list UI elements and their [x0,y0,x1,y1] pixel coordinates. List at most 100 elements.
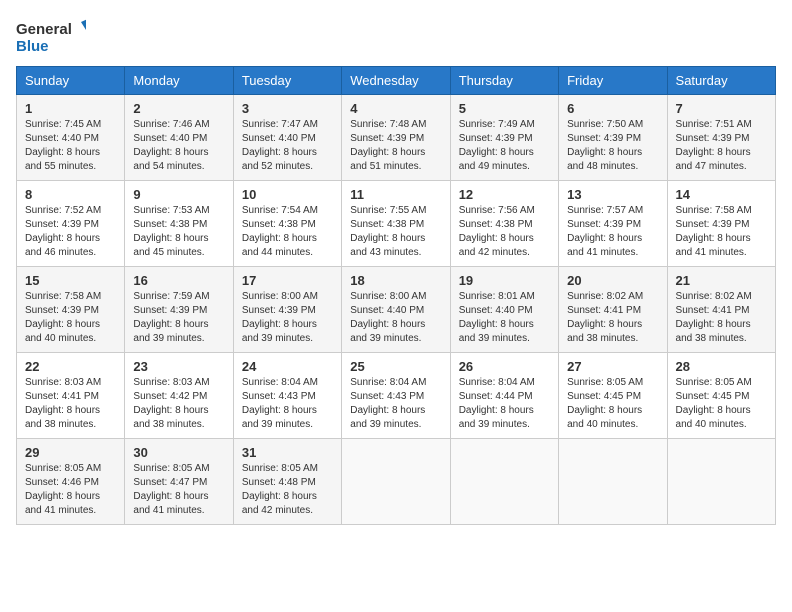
calendar-day-cell: 1 Sunrise: 7:45 AMSunset: 4:40 PMDayligh… [17,95,125,181]
day-number: 16 [133,273,224,288]
calendar-week-row: 15 Sunrise: 7:58 AMSunset: 4:39 PMDaylig… [17,267,776,353]
day-info: Sunrise: 8:05 AMSunset: 4:45 PMDaylight:… [567,377,643,430]
day-number: 7 [676,101,767,116]
calendar-day-cell: 21 Sunrise: 8:02 AMSunset: 4:41 PMDaylig… [667,267,775,353]
calendar-week-row: 29 Sunrise: 8:05 AMSunset: 4:46 PMDaylig… [17,439,776,525]
day-info: Sunrise: 7:58 AMSunset: 4:39 PMDaylight:… [25,291,101,344]
day-number: 28 [676,359,767,374]
calendar-day-cell [559,439,667,525]
calendar-day-cell: 8 Sunrise: 7:52 AMSunset: 4:39 PMDayligh… [17,181,125,267]
calendar-week-row: 1 Sunrise: 7:45 AMSunset: 4:40 PMDayligh… [17,95,776,181]
calendar-day-cell: 16 Sunrise: 7:59 AMSunset: 4:39 PMDaylig… [125,267,233,353]
calendar-day-cell: 10 Sunrise: 7:54 AMSunset: 4:38 PMDaylig… [233,181,341,267]
day-info: Sunrise: 7:56 AMSunset: 4:38 PMDaylight:… [459,205,535,258]
day-info: Sunrise: 7:50 AMSunset: 4:39 PMDaylight:… [567,119,643,172]
day-info: Sunrise: 7:45 AMSunset: 4:40 PMDaylight:… [25,119,101,172]
day-number: 20 [567,273,658,288]
day-number: 10 [242,187,333,202]
weekday-header: Monday [125,67,233,95]
calendar-table: SundayMondayTuesdayWednesdayThursdayFrid… [16,66,776,525]
svg-text:General: General [16,21,72,38]
day-info: Sunrise: 8:00 AMSunset: 4:40 PMDaylight:… [350,291,426,344]
day-number: 29 [25,445,116,460]
day-number: 4 [350,101,441,116]
day-info: Sunrise: 7:52 AMSunset: 4:39 PMDaylight:… [25,205,101,258]
day-number: 13 [567,187,658,202]
calendar-day-cell: 17 Sunrise: 8:00 AMSunset: 4:39 PMDaylig… [233,267,341,353]
day-number: 30 [133,445,224,460]
calendar-day-cell: 25 Sunrise: 8:04 AMSunset: 4:43 PMDaylig… [342,353,450,439]
day-info: Sunrise: 8:04 AMSunset: 4:43 PMDaylight:… [242,377,318,430]
calendar-day-cell: 4 Sunrise: 7:48 AMSunset: 4:39 PMDayligh… [342,95,450,181]
day-info: Sunrise: 8:05 AMSunset: 4:47 PMDaylight:… [133,463,209,516]
svg-text:Blue: Blue [16,38,49,55]
day-number: 18 [350,273,441,288]
day-info: Sunrise: 7:59 AMSunset: 4:39 PMDaylight:… [133,291,209,344]
day-number: 9 [133,187,224,202]
calendar-day-cell: 20 Sunrise: 8:02 AMSunset: 4:41 PMDaylig… [559,267,667,353]
day-info: Sunrise: 7:57 AMSunset: 4:39 PMDaylight:… [567,205,643,258]
day-number: 26 [459,359,550,374]
day-info: Sunrise: 7:54 AMSunset: 4:38 PMDaylight:… [242,205,318,258]
calendar-day-cell: 18 Sunrise: 8:00 AMSunset: 4:40 PMDaylig… [342,267,450,353]
day-number: 1 [25,101,116,116]
day-info: Sunrise: 8:03 AMSunset: 4:41 PMDaylight:… [25,377,101,430]
calendar-day-cell: 6 Sunrise: 7:50 AMSunset: 4:39 PMDayligh… [559,95,667,181]
day-info: Sunrise: 8:05 AMSunset: 4:45 PMDaylight:… [676,377,752,430]
day-info: Sunrise: 7:55 AMSunset: 4:38 PMDaylight:… [350,205,426,258]
weekday-header: Thursday [450,67,558,95]
calendar-day-cell: 29 Sunrise: 8:05 AMSunset: 4:46 PMDaylig… [17,439,125,525]
calendar-day-cell [667,439,775,525]
day-info: Sunrise: 7:49 AMSunset: 4:39 PMDaylight:… [459,119,535,172]
weekday-header: Sunday [17,67,125,95]
calendar-day-cell: 27 Sunrise: 8:05 AMSunset: 4:45 PMDaylig… [559,353,667,439]
calendar-day-cell: 5 Sunrise: 7:49 AMSunset: 4:39 PMDayligh… [450,95,558,181]
day-number: 6 [567,101,658,116]
day-number: 22 [25,359,116,374]
calendar-header-row: SundayMondayTuesdayWednesdayThursdayFrid… [17,67,776,95]
day-number: 2 [133,101,224,116]
calendar-day-cell: 9 Sunrise: 7:53 AMSunset: 4:38 PMDayligh… [125,181,233,267]
calendar-day-cell: 22 Sunrise: 8:03 AMSunset: 4:41 PMDaylig… [17,353,125,439]
day-info: Sunrise: 8:02 AMSunset: 4:41 PMDaylight:… [676,291,752,344]
calendar-day-cell: 2 Sunrise: 7:46 AMSunset: 4:40 PMDayligh… [125,95,233,181]
logo: General Blue [16,16,86,56]
calendar-day-cell: 24 Sunrise: 8:04 AMSunset: 4:43 PMDaylig… [233,353,341,439]
calendar-day-cell: 13 Sunrise: 7:57 AMSunset: 4:39 PMDaylig… [559,181,667,267]
day-info: Sunrise: 8:03 AMSunset: 4:42 PMDaylight:… [133,377,209,430]
page-header: General Blue [16,16,776,56]
day-number: 24 [242,359,333,374]
logo-svg: General Blue [16,16,86,56]
day-info: Sunrise: 8:05 AMSunset: 4:46 PMDaylight:… [25,463,101,516]
day-number: 15 [25,273,116,288]
day-number: 27 [567,359,658,374]
weekday-header: Friday [559,67,667,95]
calendar-day-cell: 3 Sunrise: 7:47 AMSunset: 4:40 PMDayligh… [233,95,341,181]
calendar-week-row: 8 Sunrise: 7:52 AMSunset: 4:39 PMDayligh… [17,181,776,267]
day-number: 25 [350,359,441,374]
calendar-day-cell: 12 Sunrise: 7:56 AMSunset: 4:38 PMDaylig… [450,181,558,267]
day-info: Sunrise: 8:02 AMSunset: 4:41 PMDaylight:… [567,291,643,344]
weekday-header: Saturday [667,67,775,95]
day-info: Sunrise: 7:53 AMSunset: 4:38 PMDaylight:… [133,205,209,258]
calendar-day-cell: 7 Sunrise: 7:51 AMSunset: 4:39 PMDayligh… [667,95,775,181]
calendar-week-row: 22 Sunrise: 8:03 AMSunset: 4:41 PMDaylig… [17,353,776,439]
day-number: 23 [133,359,224,374]
day-info: Sunrise: 7:48 AMSunset: 4:39 PMDaylight:… [350,119,426,172]
day-info: Sunrise: 7:46 AMSunset: 4:40 PMDaylight:… [133,119,209,172]
day-info: Sunrise: 8:00 AMSunset: 4:39 PMDaylight:… [242,291,318,344]
day-number: 19 [459,273,550,288]
day-info: Sunrise: 8:01 AMSunset: 4:40 PMDaylight:… [459,291,535,344]
day-number: 17 [242,273,333,288]
calendar-day-cell [450,439,558,525]
weekday-header: Tuesday [233,67,341,95]
calendar-day-cell: 26 Sunrise: 8:04 AMSunset: 4:44 PMDaylig… [450,353,558,439]
day-info: Sunrise: 8:04 AMSunset: 4:43 PMDaylight:… [350,377,426,430]
day-number: 21 [676,273,767,288]
calendar-day-cell [342,439,450,525]
day-info: Sunrise: 8:05 AMSunset: 4:48 PMDaylight:… [242,463,318,516]
calendar-day-cell: 28 Sunrise: 8:05 AMSunset: 4:45 PMDaylig… [667,353,775,439]
day-number: 5 [459,101,550,116]
day-info: Sunrise: 7:51 AMSunset: 4:39 PMDaylight:… [676,119,752,172]
calendar-day-cell: 19 Sunrise: 8:01 AMSunset: 4:40 PMDaylig… [450,267,558,353]
